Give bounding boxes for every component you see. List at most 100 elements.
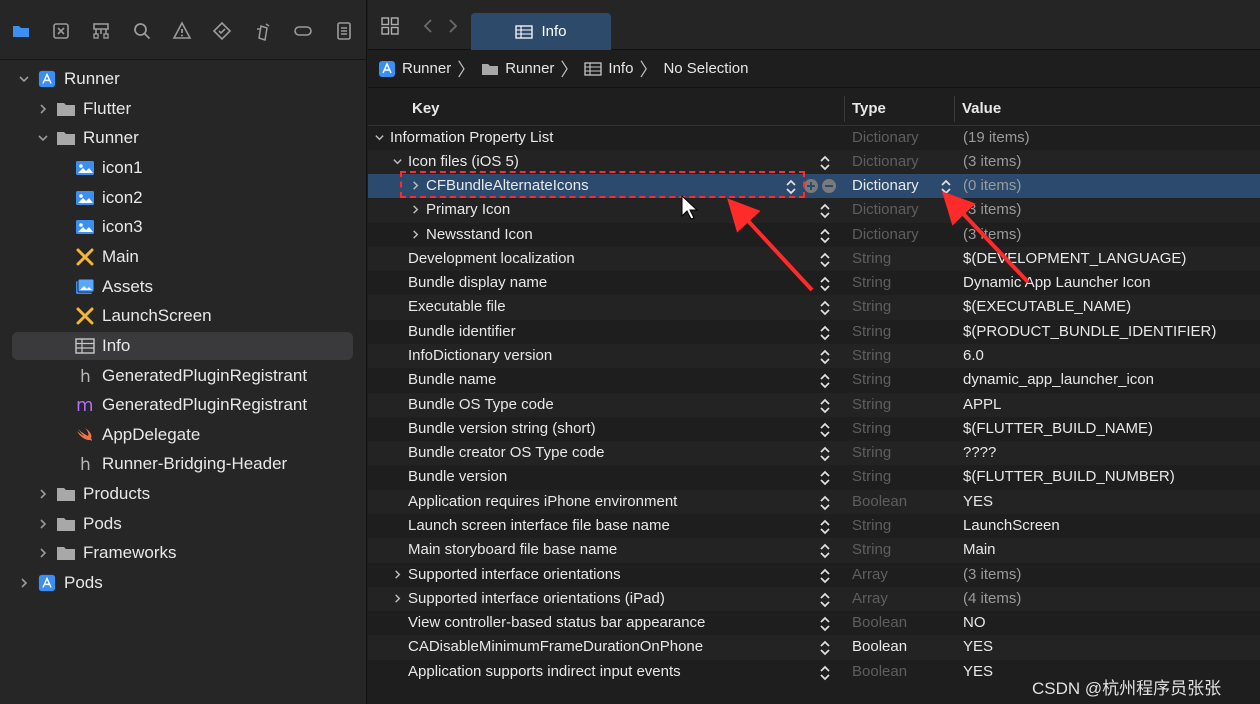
tree-item-pods[interactable]: Pods — [16, 569, 103, 597]
plist-key-cell[interactable]: Supported interface orientations (iPad) — [390, 590, 665, 607]
plist-type[interactable]: String — [852, 371, 891, 388]
plist-type[interactable]: Dictionary — [852, 129, 919, 146]
plist-type[interactable]: String — [852, 347, 891, 364]
tree-item-pods[interactable]: Pods — [35, 510, 122, 538]
plist-key-cell[interactable]: Bundle creator OS Type code — [390, 444, 605, 461]
type-stepper-icon[interactable] — [940, 178, 954, 196]
breakpoint-icon[interactable] — [290, 18, 316, 44]
plist-type[interactable]: Array — [852, 590, 888, 607]
plist-row[interactable]: Executable file String $(EXECUTABLE_NAME) — [368, 295, 1260, 320]
plist-value[interactable]: YES — [963, 663, 993, 680]
chevron-down-icon[interactable] — [16, 71, 32, 87]
tree-item-icon3[interactable]: icon3 — [54, 213, 143, 241]
plist-row[interactable]: Bundle display name String Dynamic App Lau… — [368, 271, 1260, 295]
tree-item-runner[interactable]: Runner — [35, 124, 139, 152]
column-divider[interactable] — [844, 96, 845, 122]
plist-value[interactable]: ???? — [963, 444, 996, 461]
plist-key[interactable]: Supported interface orientations (iPad) — [408, 590, 665, 607]
plist-key[interactable]: Application requires iPhone environment — [408, 493, 677, 510]
plist-row[interactable]: CADisableMinimumFrameDurationOnPhone Bool… — [368, 635, 1260, 660]
key-stepper-icon[interactable] — [819, 421, 833, 439]
plist-key[interactable]: Launch screen interface file base name — [408, 517, 670, 534]
plist-row[interactable]: Supported interface orientations Array (3 … — [368, 563, 1260, 587]
plist-key[interactable]: Bundle identifier — [408, 323, 516, 340]
plist-key-cell[interactable]: Newsstand Icon — [408, 226, 533, 243]
key-stepper-icon[interactable] — [819, 445, 833, 463]
plist-value[interactable]: $(DEVELOPMENT_LANGUAGE) — [963, 250, 1186, 267]
plist-key-cell[interactable]: Primary Icon — [408, 201, 510, 218]
plist-type[interactable]: Boolean — [852, 493, 907, 510]
plist-key-cell[interactable]: Supported interface orientations — [390, 566, 621, 583]
plist-row[interactable]: InfoDictionary version String 6.0 — [368, 344, 1260, 369]
breadcrumb-selection[interactable]: No Selection — [663, 60, 748, 77]
plist-row[interactable]: Launch screen interface file base name St… — [368, 514, 1260, 538]
plist-key[interactable]: Newsstand Icon — [426, 226, 533, 243]
chevron-right-icon[interactable] — [390, 567, 404, 581]
key-stepper-icon[interactable] — [819, 275, 833, 293]
plist-key-cell[interactable]: View controller-based status bar appeara… — [390, 614, 705, 631]
tree-item-icon1[interactable]: icon1 — [54, 154, 143, 182]
tree-item-info[interactable]: Info — [12, 331, 353, 360]
plist-row[interactable]: Main storyboard file base name String Main — [368, 538, 1260, 563]
plist-type[interactable]: Array — [852, 566, 888, 583]
plist-row[interactable]: Bundle name String dynamic_app_launcher_ic… — [368, 368, 1260, 392]
key-stepper-icon[interactable] — [819, 251, 833, 269]
tree-item-runner[interactable]: Runner — [16, 65, 120, 93]
key-stepper-icon[interactable] — [819, 567, 833, 585]
plist-type[interactable]: String — [852, 420, 891, 437]
plist-key[interactable]: Bundle name — [408, 371, 496, 388]
chevron-right-icon[interactable] — [390, 591, 404, 605]
folder-icon[interactable] — [8, 18, 34, 44]
plist-key-cell[interactable]: Application requires iPhone environment — [390, 493, 677, 510]
column-divider[interactable] — [954, 96, 955, 122]
plist-value[interactable]: LaunchScreen — [963, 517, 1060, 534]
plist-key-cell[interactable]: Bundle name — [390, 371, 496, 388]
plist-type[interactable]: Dictionary — [852, 177, 919, 194]
plist-type[interactable]: Dictionary — [852, 153, 919, 170]
chevron-down-icon[interactable] — [35, 130, 51, 146]
report-icon[interactable] — [331, 18, 357, 44]
key-stepper-icon[interactable] — [819, 348, 833, 366]
chevron-right-icon[interactable] — [35, 516, 51, 532]
plist-key[interactable]: Bundle display name — [408, 274, 547, 291]
chevron-right-icon[interactable] — [35, 101, 51, 117]
plist-row[interactable]: Bundle version String $(FLUTTER_BUILD_NUMB… — [368, 465, 1260, 489]
key-stepper-icon[interactable] — [819, 494, 833, 512]
column-value[interactable]: Value — [962, 100, 1001, 117]
plist-key-cell[interactable]: Executable file — [390, 298, 506, 315]
tree-item-flutter[interactable]: Flutter — [35, 95, 131, 123]
test-icon[interactable] — [209, 18, 235, 44]
plist-type[interactable]: Boolean — [852, 638, 907, 655]
breadcrumb-runner-project[interactable]: Runner — [378, 60, 451, 78]
plist-key[interactable]: Bundle OS Type code — [408, 396, 554, 413]
tab-info[interactable]: Info — [471, 13, 611, 50]
plist-value[interactable]: Main — [963, 541, 996, 558]
source-control-icon[interactable] — [48, 18, 74, 44]
key-stepper-icon[interactable] — [819, 202, 833, 220]
tree-item-icon2[interactable]: icon2 — [54, 184, 143, 212]
plist-key-cell[interactable]: Development localization — [390, 250, 575, 267]
plist-type[interactable]: String — [852, 444, 891, 461]
plist-key[interactable]: Bundle version string (short) — [408, 420, 596, 437]
breadcrumb-info[interactable]: Info — [584, 60, 633, 77]
back-icon[interactable] — [416, 14, 440, 38]
warning-icon[interactable] — [169, 18, 195, 44]
plist-key-cell[interactable]: Application supports indirect input even… — [390, 663, 681, 680]
key-stepper-icon[interactable] — [819, 639, 833, 657]
plist-key-cell[interactable]: CADisableMinimumFrameDurationOnPhone — [390, 638, 703, 655]
debug-icon[interactable] — [250, 18, 276, 44]
add-item-icon[interactable] — [804, 179, 818, 194]
plist-value[interactable]: YES — [963, 493, 993, 510]
key-stepper-icon[interactable] — [819, 615, 833, 633]
plist-row[interactable]: Supported interface orientations (iPad) A… — [368, 586, 1260, 612]
plist-key[interactable]: Icon files (iOS 5) — [408, 153, 519, 170]
chevron-right-icon[interactable] — [35, 545, 51, 561]
plist-type[interactable]: String — [852, 323, 891, 340]
key-stepper-icon[interactable] — [819, 542, 833, 560]
plist-value[interactable]: Dynamic App Launcher Icon — [963, 274, 1151, 291]
tree-item-generatedpluginregistrant[interactable]: h GeneratedPluginRegistrant — [54, 362, 307, 390]
chevron-right-icon[interactable] — [35, 486, 51, 502]
key-stepper-icon[interactable] — [819, 372, 833, 390]
plist-key-cell[interactable]: InfoDictionary version — [390, 347, 552, 364]
plist-type[interactable]: String — [852, 396, 891, 413]
